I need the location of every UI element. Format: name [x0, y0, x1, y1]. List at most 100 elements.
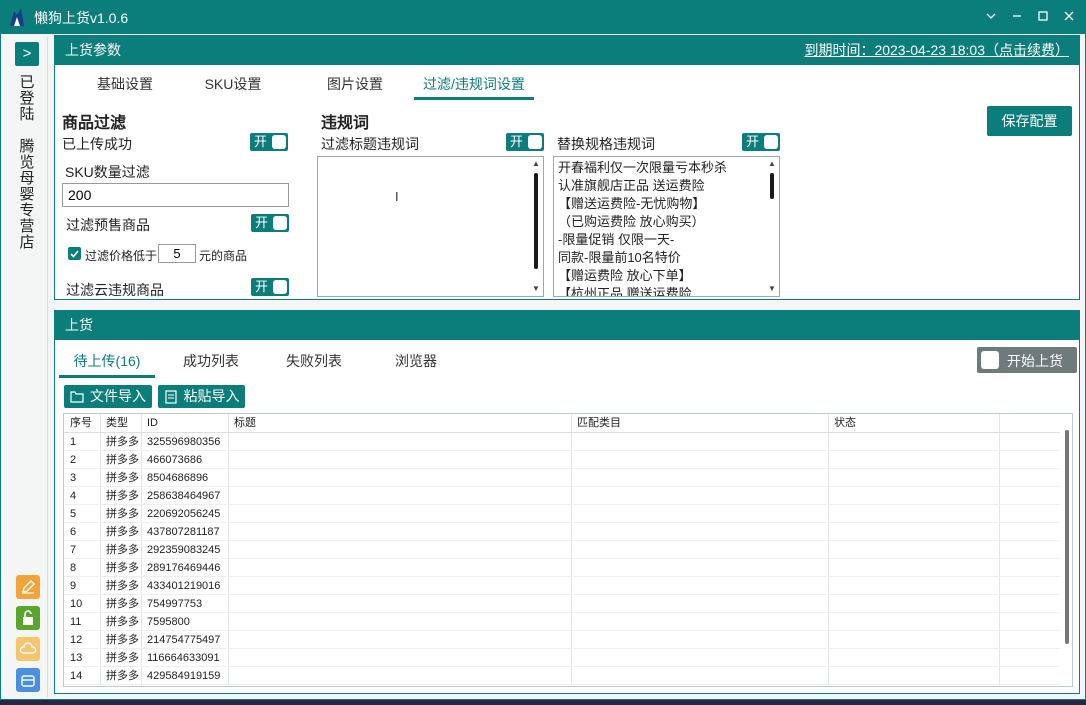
spec-words-toggle[interactable]: 开	[742, 133, 780, 151]
table-cell	[571, 541, 828, 559]
scroll-up-icon[interactable]: ▲	[531, 159, 541, 169]
scroll-down-icon[interactable]: ▼	[767, 284, 777, 294]
table-row[interactable]: 4 拼多多 258638464967	[64, 487, 1060, 505]
spec-words-textarea[interactable]: 开春福利仅一次限量亏本秒杀 认准旗舰店正品 送运费险 【赠送运费险-无忧购物】 （已购…	[553, 156, 780, 297]
uploaded-toggle[interactable]: 开	[250, 133, 288, 151]
spec-word-line: 【杭州正品 赠送运费险	[558, 286, 692, 297]
table-cell	[828, 595, 999, 613]
cloud-button[interactable]	[16, 637, 40, 661]
table-cell: 292359083245	[147, 544, 221, 556]
column-header[interactable]: 类型	[100, 414, 141, 432]
title-words-textarea[interactable]: I ▲ ▼	[317, 156, 544, 297]
table-cell: 拼多多	[106, 616, 139, 628]
scroll-down-icon[interactable]: ▼	[531, 284, 541, 294]
scroll-thumb[interactable]	[770, 173, 774, 199]
login-status: 已登陆	[19, 74, 35, 123]
table-row[interactable]: 8 拼多多 289176469446	[64, 559, 1060, 577]
table-row[interactable]: 5 拼多多 220692056245	[64, 505, 1060, 523]
spec-word-line: 认准旗舰店正品 送运费险	[558, 178, 705, 193]
file-import-button[interactable]: 文件导入	[64, 385, 152, 408]
minimize-button[interactable]	[1007, 7, 1027, 27]
tab-filter[interactable]: 过滤/违规词设置	[414, 74, 534, 100]
spec-word-line: （已购运费险 放心购买）	[558, 214, 705, 229]
expire-link[interactable]: 到期时间：2023-04-23 18:03（点击续费）	[804, 36, 1069, 64]
title-words-scrollbar[interactable]: ▲ ▼	[531, 159, 541, 294]
paste-import-button[interactable]: 粘贴导入	[158, 385, 245, 408]
table-cell	[228, 541, 571, 559]
tab-sku[interactable]: SKU设置	[193, 74, 273, 100]
tab-success[interactable]: 成功列表	[168, 351, 254, 378]
scroll-up-icon[interactable]: ▲	[767, 159, 777, 169]
table-cell: 289176469446	[147, 562, 221, 574]
sku-count-input[interactable]: 200	[62, 183, 289, 207]
table-cell	[228, 559, 571, 577]
tab-basic[interactable]: 基础设置	[77, 74, 173, 100]
table-cell: 7	[70, 544, 77, 556]
dropdown-button[interactable]	[981, 7, 1001, 27]
price-input[interactable]: 5	[158, 244, 196, 263]
table-cell	[228, 613, 571, 631]
clipboard-icon	[165, 390, 177, 404]
file-import-label: 文件导入	[90, 388, 146, 404]
table-cell: 6	[70, 526, 77, 538]
edit-button[interactable]	[16, 575, 40, 599]
upload-panel: 上货 待上传(16) 成功列表 失败列表 浏览器 开始上货 文件导入 粘贴导入 …	[54, 310, 1080, 694]
column-header[interactable]: 匹配类目	[571, 414, 828, 432]
paste-import-label: 粘贴导入	[183, 388, 240, 404]
cloud-filter-toggle[interactable]: 开	[251, 278, 289, 296]
table-cell	[828, 487, 999, 505]
close-icon	[1064, 11, 1074, 21]
table-row[interactable]: 2 拼多多 466073686	[64, 451, 1060, 469]
store-icon	[21, 675, 35, 687]
table-cell: 11	[70, 616, 82, 628]
table-row[interactable]: 7 拼多多 292359083245	[64, 541, 1060, 559]
table-cell	[228, 505, 571, 523]
table-cell: 433401219016	[147, 580, 221, 592]
table-cell	[571, 433, 828, 451]
table-cell	[228, 595, 571, 613]
tab-pending[interactable]: 待上传(16)	[59, 351, 155, 378]
close-button[interactable]	[1059, 7, 1079, 27]
table-cell	[571, 559, 828, 577]
table-cell	[228, 631, 571, 649]
table-row[interactable]: 10 拼多多 754997753	[64, 595, 1060, 613]
table-row[interactable]: 6 拼多多 437807281187	[64, 523, 1060, 541]
price-filter-checkbox[interactable]	[68, 247, 81, 260]
table-cell: 13	[70, 652, 83, 664]
table-cell	[228, 451, 571, 469]
table-row[interactable]: 13 拼多多 116664633091	[64, 649, 1060, 667]
params-header: 上货参数 到期时间：2023-04-23 18:03（点击续费）	[55, 36, 1079, 65]
column-header[interactable]: 标题	[228, 414, 571, 432]
table-cell: 拼多多	[106, 634, 139, 646]
store-button[interactable]	[16, 668, 40, 692]
column-header[interactable]: 序号	[64, 414, 100, 432]
sidebar-toggle-button[interactable]: >	[15, 42, 39, 66]
presale-toggle[interactable]: 开	[251, 214, 289, 232]
table-scroll-thumb[interactable]	[1065, 430, 1069, 644]
table-cell: 214754775497	[147, 634, 221, 646]
table-row[interactable]: 3 拼多多 8504686896	[64, 469, 1060, 487]
column-header[interactable]: 状态	[828, 414, 999, 432]
unlock-button[interactable]	[16, 606, 40, 630]
edit-icon	[22, 580, 35, 594]
spec-words-scrollbar[interactable]: ▲ ▼	[767, 159, 777, 294]
column-header[interactable]: ID	[141, 414, 228, 432]
tab-image[interactable]: 图片设置	[310, 74, 400, 100]
table-row[interactable]: 12 拼多多 214754775497	[64, 631, 1060, 649]
shop-name: 腾览母婴专营店	[19, 138, 35, 251]
maximize-button[interactable]	[1033, 7, 1053, 27]
start-upload-button[interactable]: 开始上货	[977, 347, 1077, 373]
save-config-button[interactable]: 保存配置	[987, 106, 1072, 136]
table-cell: 258638464967	[147, 490, 221, 502]
table-row[interactable]: 11 拼多多 7595800	[64, 613, 1060, 631]
table-row[interactable]: 1 拼多多 325596980356	[64, 433, 1060, 451]
table-cell: 拼多多	[106, 562, 139, 574]
table-row[interactable]: 14 拼多多 429584919159	[64, 667, 1060, 685]
start-upload-label: 开始上货	[1007, 353, 1063, 369]
scroll-thumb[interactable]	[534, 173, 538, 269]
table-cell: 拼多多	[106, 598, 139, 610]
tab-failed[interactable]: 失败列表	[271, 351, 357, 378]
table-row[interactable]: 9 拼多多 433401219016	[64, 577, 1060, 595]
tab-browser[interactable]: 浏览器	[373, 351, 459, 378]
title-words-toggle[interactable]: 开	[506, 133, 544, 151]
